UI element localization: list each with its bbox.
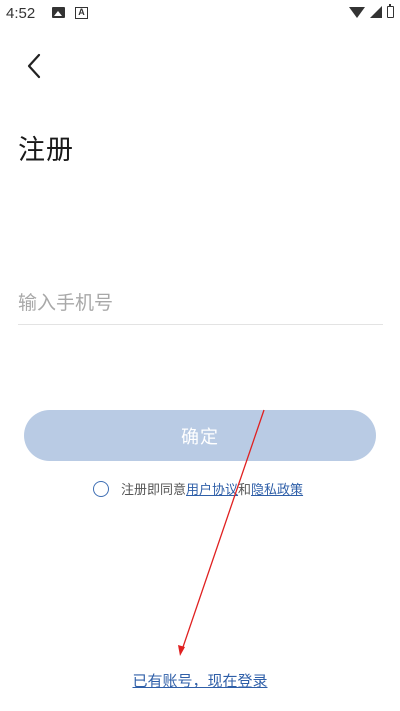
user-agreement-link[interactable]: 用户协议 (186, 479, 238, 498)
agreement-row: 注册即同意 用户协议 和 隐私政策 (93, 479, 303, 498)
signal-icon (370, 6, 382, 18)
arrow-head-icon (178, 645, 185, 656)
status-bar: 4:52 A (0, 0, 400, 28)
phone-input[interactable] (18, 282, 383, 325)
back-button[interactable] (20, 50, 50, 82)
login-link[interactable]: 已有账号，现在登录 (0, 670, 400, 691)
status-indicators (349, 4, 394, 18)
annotation-arrow (178, 409, 265, 656)
app-notification-icon: A (75, 7, 88, 19)
wifi-icon (349, 6, 365, 18)
confirm-button[interactable]: 确定 (24, 410, 376, 461)
agree-radio[interactable] (93, 480, 109, 497)
image-notification-icon (52, 7, 65, 18)
status-time: 4:52 (6, 5, 36, 22)
privacy-policy-link[interactable]: 隐私政策 (251, 479, 303, 498)
chevron-left-icon (27, 53, 41, 79)
agreement-conjunction: 和 (238, 483, 252, 498)
page-title: 注册 (18, 135, 74, 166)
agreement-prefix: 注册即同意 (121, 483, 187, 498)
battery-icon (387, 4, 394, 18)
